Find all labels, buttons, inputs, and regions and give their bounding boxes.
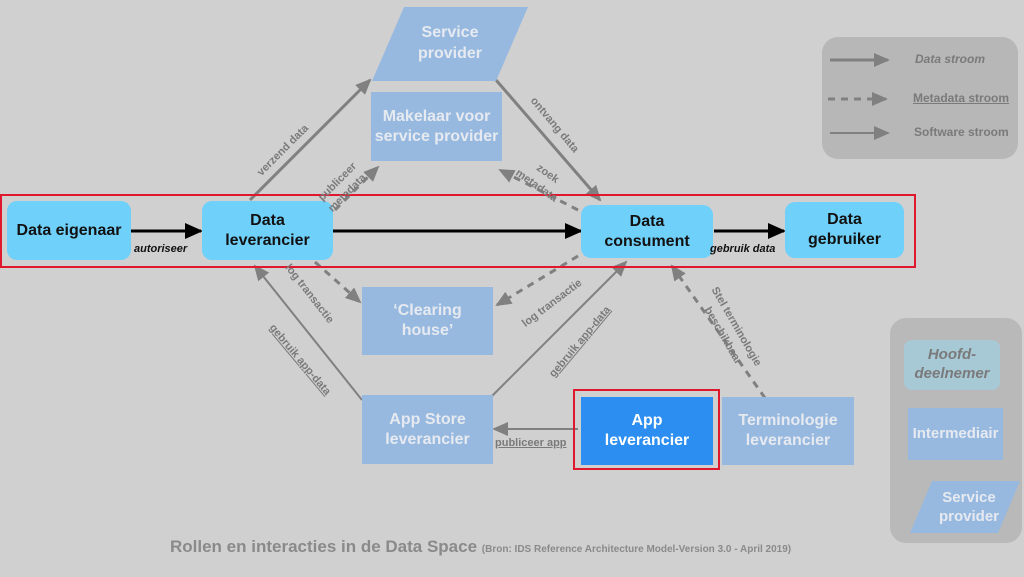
node-service-provider[interactable]: Service provider (372, 7, 528, 81)
legend-hoofddeelnemer: Hoofd-deelnemer (904, 340, 1000, 390)
node-makelaar-label: Makelaar voor service provider (374, 107, 499, 145)
legend-intermediair-label: Intermediair (912, 424, 999, 442)
node-clearing-house[interactable]: ‘Clearing house’ (362, 287, 493, 355)
node-terminologie-label: Terminologie leverancier (738, 412, 838, 449)
arrow-log-transactie-left (314, 260, 362, 304)
legend-software-stroom: Software stroom (914, 125, 1009, 139)
label-publiceer-app: publiceer app (495, 437, 567, 449)
caption-source: (Bron: IDS Reference Architecture Model-… (481, 544, 792, 555)
legend-metadata-stroom: Metadata stroom (913, 91, 1010, 105)
legend-flows: Data stroom Metadata stroom Software str… (822, 37, 1018, 159)
legend-data-stroom: Data stroom (915, 52, 986, 66)
node-data-eigenaar-label: Data eigenaar (16, 221, 122, 239)
node-data-gebruiker-label: Data gebruiker (808, 211, 881, 248)
node-data-consument[interactable]: Data consument (581, 205, 713, 258)
node-app-store-label: App Store leverancier (385, 410, 470, 448)
highlight-main-row (0, 194, 916, 268)
node-data-leverancier-label: Data leverancier (225, 211, 310, 249)
node-data-consument-label: Data consument (604, 212, 690, 250)
node-app-leverancier[interactable]: App leverancier (581, 397, 713, 465)
label-gebruik-data: gebruik data (710, 243, 776, 255)
node-service-provider-label: Service provider (417, 24, 482, 62)
node-terminologie[interactable]: Terminologie leverancier (722, 397, 854, 465)
diagram-caption: Rollen en interacties in de Data Space (… (170, 537, 791, 557)
caption-title: Rollen en interacties in de Data Space (170, 537, 478, 556)
node-data-gebruiker[interactable]: Data gebruiker (785, 202, 904, 258)
node-makelaar[interactable]: Makelaar voor service provider (371, 92, 502, 161)
node-data-eigenaar[interactable]: Data eigenaar (7, 201, 131, 260)
legend-hoofddeelnemer-label: Hoofd-deelnemer (914, 346, 990, 382)
legend-roles: Hoofd-deelnemer Intermediair Service pro… (890, 318, 1022, 543)
legend-service-provider: Service provider (910, 481, 1020, 533)
legend-intermediair: Intermediair (908, 408, 1003, 460)
legend-service-provider-label: Service provider (938, 488, 999, 526)
label-autoriseer: autoriseer (134, 243, 188, 255)
node-app-store[interactable]: App Store leverancier (362, 395, 493, 464)
node-data-leverancier[interactable]: Data leverancier (202, 201, 333, 260)
node-clearing-house-label: ‘Clearing house’ (393, 302, 462, 339)
node-app-leverancier-label: App leverancier (604, 412, 690, 449)
